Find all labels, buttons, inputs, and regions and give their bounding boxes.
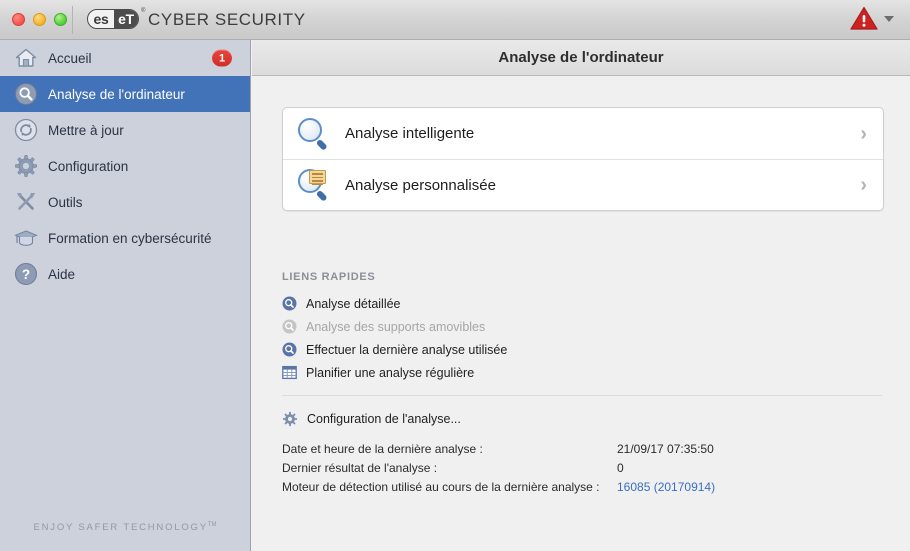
magnifier-badge-icon: [282, 342, 297, 357]
eset-logo-es: es: [93, 11, 109, 27]
warning-triangle-icon[interactable]: [850, 6, 878, 31]
titlebar-divider: [72, 6, 73, 34]
eset-cyber-security-window: es eT ® CYBER SECURITY Accueil 1 Analyse…: [0, 0, 910, 551]
eset-logo-trademark: ®: [141, 8, 146, 14]
question-circle-icon: ?: [14, 262, 38, 286]
tagline-tm: TM: [207, 521, 217, 528]
detail-key: Date et heure de la dernière analyse :: [282, 442, 483, 456]
window-controls[interactable]: [12, 13, 67, 26]
minimize-button[interactable]: [33, 13, 46, 26]
chevron-down-icon[interactable]: [884, 15, 894, 22]
sidebar-item-label: Outils: [48, 194, 83, 210]
sidebar-item-label: Aide: [48, 266, 76, 282]
quick-link-label: Effectuer la dernière analyse utilisée: [306, 342, 508, 357]
quick-link-analyse-des-supports-amovibles: Analyse des supports amovibles: [282, 315, 842, 338]
sidebar-item-label: Accueil: [48, 50, 92, 66]
main-content: Analyse de l'ordinateur Analyse intellig…: [252, 40, 910, 551]
close-button[interactable]: [12, 13, 25, 26]
detail-value-link[interactable]: 16085 (20170914): [617, 480, 715, 494]
sidebar-item-label: Configuration: [48, 158, 129, 174]
detail-value: 0: [617, 461, 624, 475]
home-icon: [14, 46, 38, 70]
magnifier-document-icon: [297, 168, 331, 202]
sidebar-tagline: ENJOY SAFER TECHNOLOGYTM: [0, 522, 250, 533]
sidebar-item-aide[interactable]: ? Aide: [0, 256, 250, 292]
quick-link-label: Analyse détaillée: [306, 296, 401, 311]
quick-link-label: Planifier une analyse régulière: [306, 365, 475, 380]
chevron-right-icon[interactable]: ›: [860, 124, 867, 144]
tagline-text: ENJOY SAFER TECHNOLOGY: [33, 522, 208, 533]
detail-key: Moteur de détection utilisé au cours de …: [282, 480, 600, 494]
eset-logo-et: eT: [114, 10, 138, 28]
app-title: CYBER SECURITY: [148, 10, 306, 29]
quick-links-title: LIENS RAPIDES: [282, 271, 376, 283]
scan-option-analyse-intelligente[interactable]: Analyse intelligente ›: [283, 108, 883, 159]
scan-details: Date et heure de la dernière analyse : 2…: [282, 442, 882, 499]
title-bar: es eT ® CYBER SECURITY: [0, 0, 910, 40]
magnifier-circle-icon: [14, 82, 38, 106]
sidebar-nav: Accueil 1 Analyse de l'ordinateur Mettre…: [0, 40, 250, 292]
scan-option-label: Analyse intelligente: [345, 125, 475, 142]
sidebar-item-accueil[interactable]: Accueil 1: [0, 40, 250, 76]
scan-setup-link[interactable]: Configuration de l'analyse...: [282, 411, 461, 427]
detail-row: Moteur de détection utilisé au cours de …: [282, 480, 882, 499]
chevron-right-icon[interactable]: ›: [860, 175, 867, 195]
magnifier-badge-icon: [282, 296, 297, 311]
scan-option-analyse-personnalisee[interactable]: Analyse personnalisée ›: [283, 159, 883, 210]
tools-icon: [14, 190, 38, 214]
detail-key: Dernier résultat de l'analyse :: [282, 461, 438, 475]
status-menu[interactable]: [850, 6, 894, 31]
quick-link-analyse-detaillee[interactable]: Analyse détaillée: [282, 292, 842, 315]
sidebar-item-label: Analyse de l'ordinateur: [48, 86, 185, 102]
sidebar-item-configuration[interactable]: Configuration: [0, 148, 250, 184]
quick-link-label: Analyse des supports amovibles: [306, 319, 486, 334]
quick-link-planifier-une-analyse-reguliere[interactable]: Planifier une analyse régulière: [282, 361, 842, 384]
quick-links-list: Analyse détaillée Analyse des supports a…: [282, 292, 842, 384]
sidebar-item-formation-en-cybersecurite[interactable]: Formation en cybersécurité: [0, 220, 250, 256]
magnifier-badge-icon: [282, 319, 297, 334]
scan-options-panel: Analyse intelligente › Analyse personnal…: [282, 107, 884, 211]
detail-row: Dernier résultat de l'analyse : 0: [282, 461, 882, 480]
content-header: Analyse de l'ordinateur: [252, 40, 910, 76]
section-divider: [282, 395, 882, 396]
sidebar: Accueil 1 Analyse de l'ordinateur Mettre…: [0, 40, 251, 551]
detail-value: 21/09/17 07:35:50: [617, 442, 714, 456]
page-title: Analyse de l'ordinateur: [498, 49, 664, 66]
graduation-cap-icon: [14, 226, 38, 250]
status-badge: 1: [212, 49, 232, 67]
sidebar-item-label: Mettre à jour: [48, 122, 124, 138]
magnifier-icon: [297, 117, 331, 151]
scan-setup-label: Configuration de l'analyse...: [307, 412, 461, 426]
eset-logo: es eT: [87, 9, 139, 29]
gear-icon: [14, 154, 38, 178]
zoom-button[interactable]: [54, 13, 67, 26]
scan-option-label: Analyse personnalisée: [345, 176, 496, 194]
sidebar-item-mettre-a-jour[interactable]: Mettre à jour: [0, 112, 250, 148]
sidebar-item-analyse-de-lordinateur[interactable]: Analyse de l'ordinateur: [0, 76, 250, 112]
sidebar-item-outils[interactable]: Outils: [0, 184, 250, 220]
sidebar-item-label: Formation en cybersécurité: [48, 230, 212, 246]
gear-icon: [282, 411, 298, 427]
quick-link-effectuer-la-derniere-analyse-utilisee[interactable]: Effectuer la dernière analyse utilisée: [282, 338, 842, 361]
calendar-grid-icon: [282, 365, 297, 380]
detail-row: Date et heure de la dernière analyse : 2…: [282, 442, 882, 461]
refresh-circle-icon: [14, 118, 38, 142]
svg-text:?: ?: [22, 267, 30, 282]
